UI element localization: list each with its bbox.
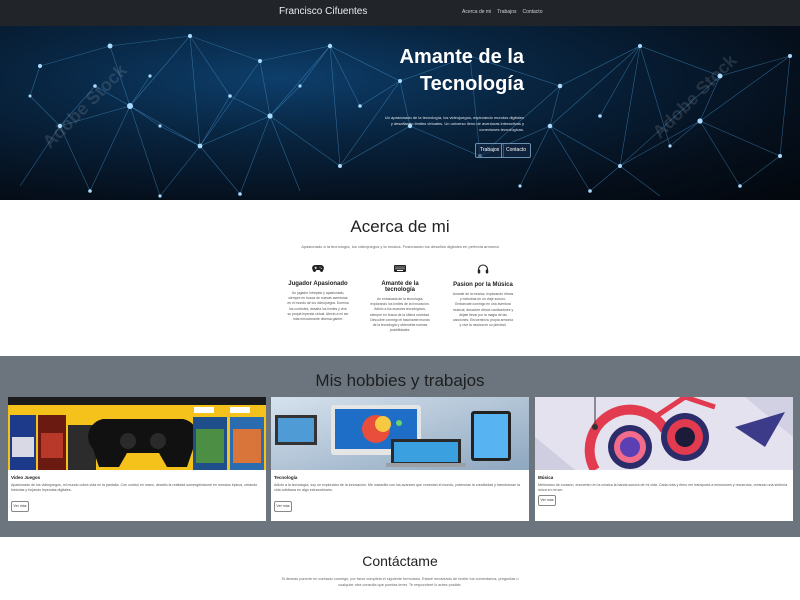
feature-title: Jugador Apasionado [288, 281, 348, 287]
feature-tech: Amante de la tecnología Un entusiasta de… [369, 264, 431, 333]
card-video-games: Video Juegos Apasionado de los videojueg… [8, 397, 266, 521]
nav-link-works[interactable]: Trabajos [497, 9, 516, 15]
about-subtitle: Apasionado a la tecnología, los videojue… [301, 244, 499, 249]
video-games-image [8, 397, 266, 470]
about-title: Acerca de mi [350, 217, 450, 236]
feature-gamer: Jugador Apasionado Un jugador intrépido … [287, 264, 349, 322]
nav-link-contact[interactable]: Contacto [522, 9, 542, 15]
see-more-button[interactable]: Ver más [538, 495, 556, 506]
card-text: Apasionado de los videojuegos, mi mundo … [11, 483, 258, 492]
feature-title: Amante de la tecnología [381, 281, 419, 293]
hero-title: Amante de la Tecnología [380, 44, 524, 98]
card-technology: Tecnología Adicto a la tecnología, soy u… [271, 397, 529, 521]
hobbies-section: Mis hobbies y trabajos Video Juegos Apas… [0, 356, 800, 537]
contact-section: Contáctame Si deseas ponerte en contacto… [0, 537, 800, 600]
keyboard-icon [394, 265, 406, 272]
contact-title: Contáctame [362, 553, 438, 569]
card-title: Video Juegos [11, 475, 41, 480]
see-more-button[interactable]: Ver más [274, 501, 292, 512]
technology-image [271, 397, 529, 470]
nav-links: Acerca de mi Trabajos Contacto [462, 9, 542, 15]
card-title: Música [538, 475, 554, 480]
card-title: Tecnología [274, 475, 298, 480]
works-button[interactable]: Trabajos [475, 143, 505, 158]
feature-text: Amante de la música, explorando ritmos y… [452, 292, 514, 328]
hero-title-line: Amante de la [399, 46, 524, 68]
contact-text: Si deseas ponerte en contacto conmigo, p… [281, 577, 519, 587]
card-text: Melómano de corazón, encuentro en la mús… [538, 483, 788, 492]
card-text: Adicto a la tecnología, soy un explorado… [274, 483, 520, 492]
feature-title: Pasion por la Música [453, 282, 513, 288]
headphones-icon [477, 264, 489, 274]
music-image [535, 397, 793, 470]
hobbies-title: Mis hobbies y trabajos [315, 371, 485, 390]
feature-text: Un entusiasta de la tecnología, exploran… [370, 297, 430, 333]
brand-link[interactable]: Francisco Cifuentes [279, 6, 367, 17]
hero-description: Un apasionado de la tecnología, los vide… [384, 115, 524, 132]
feature-text: Un jugador intrépido y apasionado, siemp… [287, 291, 349, 322]
card-music: Música Melómano de corazón, encuentro en… [535, 397, 793, 521]
navbar: Francisco Cifuentes Acerca de mi Trabajo… [0, 0, 800, 26]
nav-link-about[interactable]: Acerca de mi [462, 9, 491, 15]
about-section: Acerca de mi Apasionado a la tecnología,… [0, 200, 800, 356]
feature-music: Pasion por la Música Amante de la música… [452, 264, 514, 328]
see-more-button[interactable]: Ver más [11, 501, 29, 512]
gamepad-icon [312, 265, 324, 272]
contact-button[interactable]: Contacto [501, 143, 532, 158]
hero-banner: Adobe Stock Adobe Stock Amante de la Tec… [0, 26, 800, 200]
hero-title-line: Tecnología [419, 73, 524, 95]
